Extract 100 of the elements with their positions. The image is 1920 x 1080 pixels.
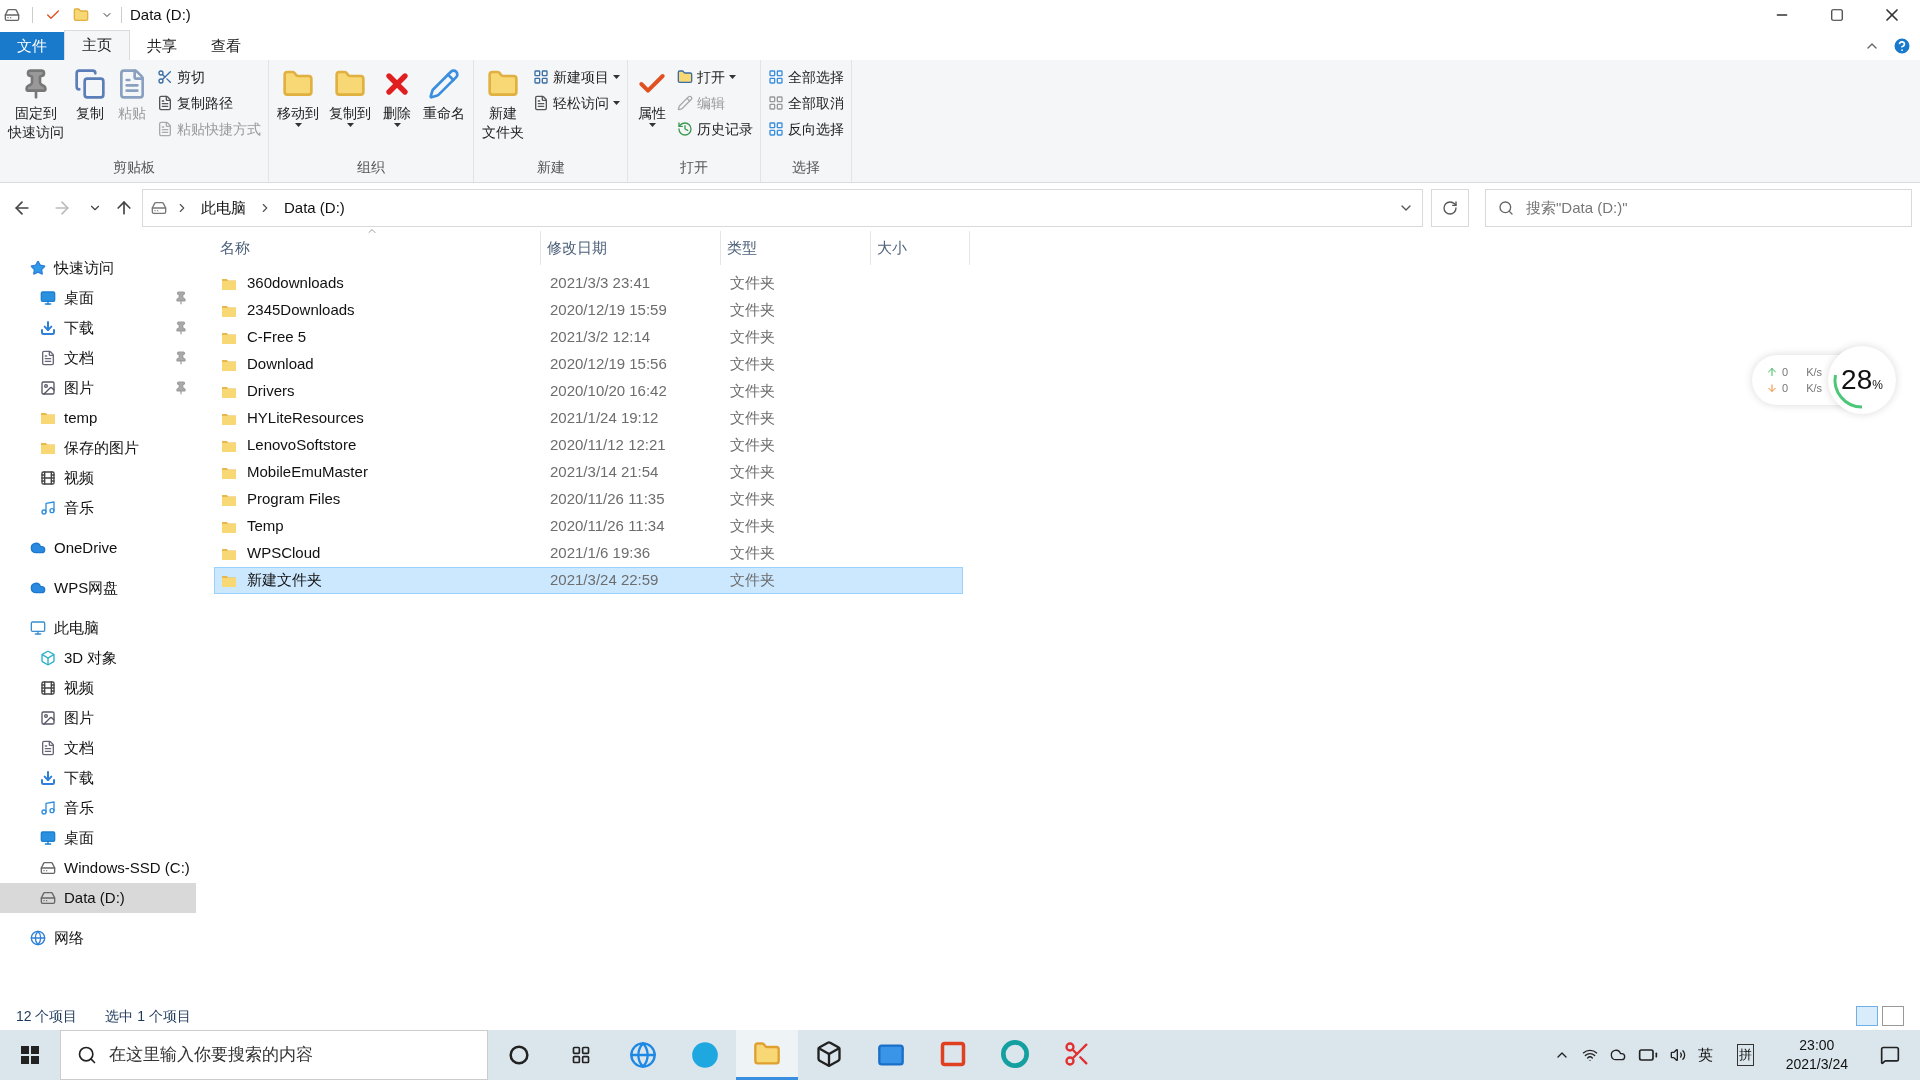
file-row[interactable]: Temp 2020/11/26 11:34 文件夹 xyxy=(214,513,963,540)
sidebar-item[interactable]: 文档 xyxy=(0,733,196,763)
sidebar-item[interactable]: 下载 xyxy=(0,313,196,343)
refresh-button[interactable] xyxy=(1431,189,1469,227)
tiles-view-button[interactable] xyxy=(1882,1006,1904,1026)
ribbon-small-button[interactable]: 全部选择 xyxy=(768,66,844,88)
sidebar-item[interactable]: 音乐 xyxy=(0,793,196,823)
sidebar-item[interactable]: 音乐 xyxy=(0,493,196,523)
sidebar-item[interactable]: 下载 xyxy=(0,763,196,793)
sidebar-item[interactable]: 保存的图片 xyxy=(0,433,196,463)
ribbon-button[interactable]: 固定到 快速访问 xyxy=(3,60,69,157)
file-row[interactable]: 新建文件夹 2021/3/24 22:59 文件夹 xyxy=(214,567,963,594)
column-header[interactable]: 类型 xyxy=(721,231,871,265)
sidebar-item[interactable]: 视频 xyxy=(0,673,196,703)
ribbon-button[interactable]: 新建 文件夹 xyxy=(477,60,529,157)
search-field[interactable]: 搜索"Data (D:)" xyxy=(1526,196,1899,220)
column-header[interactable]: 大小 xyxy=(871,231,970,265)
file-row[interactable]: MobileEmuMaster 2021/3/14 21:54 文件夹 xyxy=(214,459,963,486)
clock-date[interactable]: 2021/3/24 xyxy=(1785,1055,1848,1074)
notification-icon[interactable] xyxy=(1880,1045,1900,1065)
file-row[interactable]: Drivers 2020/10/20 16:42 文件夹 xyxy=(214,378,963,405)
modified-date: 2021/1/24 19:12 xyxy=(549,408,660,429)
windows-logo-icon[interactable] xyxy=(21,1046,39,1064)
ribbon-button[interactable]: 删除 xyxy=(376,60,418,157)
ribbon-small-button[interactable]: 反向选择 xyxy=(768,118,844,140)
file-type: 文件夹 xyxy=(729,516,776,537)
ribbon-button[interactable]: 移动到 xyxy=(272,60,324,157)
file-row[interactable]: C-Free 5 2021/3/2 12:14 文件夹 xyxy=(214,324,963,351)
caret-icon xyxy=(613,75,620,79)
sidebar-item[interactable]: 视频 xyxy=(0,463,196,493)
button-label-line: 移动到 xyxy=(277,104,319,123)
sidebar-item[interactable]: Data (D:) xyxy=(0,883,196,913)
file-row[interactable]: HYLiteResources 2021/1/24 19:12 文件夹 xyxy=(214,405,963,432)
button-label-line: 重命名 xyxy=(423,104,465,123)
ribbon-button[interactable]: 复制 xyxy=(69,60,111,157)
column-header[interactable]: 名称 xyxy=(214,231,541,265)
caret-icon xyxy=(648,123,656,127)
ribbon-tab[interactable]: 主页 xyxy=(64,30,130,60)
sidebar-item-label: 图片 xyxy=(64,707,95,728)
file-row[interactable]: Download 2020/12/19 15:56 文件夹 xyxy=(214,351,963,378)
sidebar-item[interactable]: 快速访问 xyxy=(0,253,196,283)
ribbon-small-button[interactable]: 剪切 xyxy=(157,66,261,88)
sidebar-item[interactable]: OneDrive xyxy=(0,533,196,563)
task-view-icon[interactable] xyxy=(571,1045,591,1065)
ribbon-button[interactable]: 复制到 xyxy=(324,60,376,157)
sidebar-item[interactable]: 图片 xyxy=(0,703,196,733)
sidebar-item[interactable]: 网络 xyxy=(0,923,196,953)
file-name: Download xyxy=(247,354,314,375)
film-icon xyxy=(40,680,56,696)
sidebar-item[interactable]: 桌面 xyxy=(0,823,196,853)
file-row[interactable]: 360downloads 2021/3/3 23:41 文件夹 xyxy=(214,270,963,297)
modified-date: 2021/3/24 22:59 xyxy=(549,570,660,591)
cloud-icon[interactable] xyxy=(1609,1047,1626,1063)
volume-icon[interactable] xyxy=(1669,1047,1686,1063)
sidebar-item[interactable]: Windows-SSD (C:) xyxy=(0,853,196,883)
ribbon-small-button[interactable]: 历史记录 xyxy=(677,118,753,140)
sidebar-item[interactable]: 桌面 xyxy=(0,283,196,313)
star-icon xyxy=(30,260,46,276)
taskbar-search-field[interactable]: 在这里输入你要搜索的内容 xyxy=(109,1042,471,1068)
ime-language[interactable]: 英 xyxy=(1697,1043,1713,1067)
restore-icon[interactable] xyxy=(1830,8,1844,22)
cube-icon xyxy=(40,650,56,666)
breadcrumb-item[interactable]: 此电脑 xyxy=(197,196,250,220)
taskbar-search-box[interactable]: 在这里输入你要搜索的内容 xyxy=(60,1030,488,1080)
file-row[interactable]: LenovoSoftstore 2020/11/12 12:21 文件夹 xyxy=(214,432,963,459)
network-icon[interactable] xyxy=(1581,1047,1598,1063)
document-icon xyxy=(40,350,56,366)
sidebar-item-label: Data (D:) xyxy=(64,887,126,908)
sidebar-item-label: WPS网盘 xyxy=(54,577,120,598)
ribbon-button[interactable]: 重命名 xyxy=(418,60,470,157)
sidebar-item[interactable]: temp xyxy=(0,403,196,433)
file-row[interactable]: Program Files 2020/11/26 11:35 文件夹 xyxy=(214,486,963,513)
ribbon-tab[interactable]: 文件 xyxy=(0,32,64,60)
ribbon-button[interactable]: 属性 xyxy=(631,60,673,157)
address-bar[interactable]: 此电脑 Data (D:) xyxy=(142,189,1423,227)
file-row[interactable]: WPSCloud 2021/1/6 19:36 文件夹 xyxy=(214,540,963,567)
ribbon-small-button[interactable]: 轻松访问 xyxy=(533,92,620,114)
clock-time[interactable]: 23:00 xyxy=(1799,1036,1835,1055)
help-icon[interactable] xyxy=(1892,36,1912,56)
sidebar-item[interactable]: 3D 对象 xyxy=(0,643,196,673)
ribbon-small-button[interactable]: 复制路径 xyxy=(157,92,261,114)
ribbon-small-button[interactable]: 全部取消 xyxy=(768,92,844,114)
breadcrumb-item[interactable]: Data (D:) xyxy=(280,196,349,220)
file-type: 文件夹 xyxy=(729,462,776,483)
search-box[interactable]: 搜索"Data (D:)" xyxy=(1485,189,1912,227)
ribbon-small-button[interactable]: 打开 xyxy=(677,66,753,88)
cortana-icon[interactable] xyxy=(509,1045,529,1065)
column-header[interactable]: 修改日期 xyxy=(541,231,721,265)
document-icon xyxy=(40,740,56,756)
ribbon-tab[interactable]: 共享 xyxy=(130,32,194,60)
ime-mode[interactable]: 拼 xyxy=(1736,1044,1754,1066)
sidebar-item[interactable]: WPS网盘 xyxy=(0,573,196,603)
sidebar-item[interactable]: 文档 xyxy=(0,343,196,373)
ribbon-tab[interactable]: 查看 xyxy=(194,32,258,60)
sidebar-item[interactable]: 此电脑 xyxy=(0,613,196,643)
network-icon xyxy=(30,930,46,946)
sidebar-item[interactable]: 图片 xyxy=(0,373,196,403)
cloud-icon xyxy=(30,540,46,556)
file-row[interactable]: 2345Downloads 2020/12/19 15:59 文件夹 xyxy=(214,297,963,324)
ribbon-small-button[interactable]: 新建项目 xyxy=(533,66,620,88)
